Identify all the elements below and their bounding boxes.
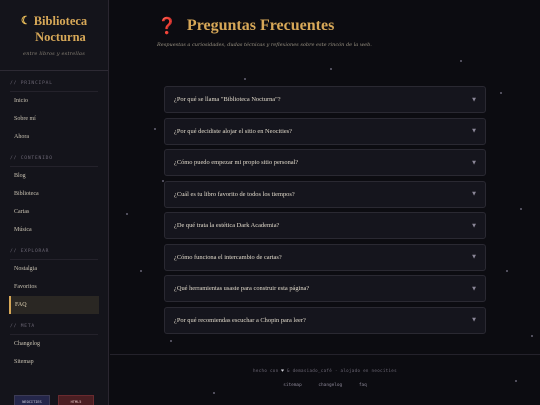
sidebar-item-favoritos[interactable]: Favoritos — [9, 278, 99, 296]
chevron-down-icon: ▼ — [472, 128, 476, 134]
faq-question: ¿Por qué recomiendas escuchar a Chopin p… — [174, 316, 306, 324]
chevron-down-icon: ▼ — [472, 285, 476, 292]
footer-credits-prefix: hecho con — [253, 368, 279, 373]
faq-item[interactable]: ¿Por qué se llama "Biblioteca Nocturna"?… — [164, 86, 486, 113]
chevron-down-icon: ▼ — [472, 254, 476, 260]
section-label-meta: // META — [10, 324, 98, 335]
faq-question: ¿Por qué decidiste alojar el sitio en Ne… — [174, 127, 293, 135]
sidebar-item-sobre-mi[interactable]: Sobre mí — [9, 110, 99, 128]
faq-item[interactable]: ¿Cómo funciona el intercambio de cartas?… — [164, 243, 486, 271]
crescent-moon-icon: ☾ — [20, 15, 31, 27]
footer-links: sitemap changelog faq — [110, 383, 540, 388]
faq-question: ¿Por qué se llama "Biblioteca Nocturna"? — [174, 96, 281, 103]
question-mark-icon: ❓ — [157, 18, 177, 35]
faq-item[interactable]: ¿Por qué decidiste alojar el sitio en Ne… — [164, 117, 486, 145]
section-label-explorar: // EXPLORAR — [10, 249, 98, 260]
neocities-badge[interactable]: NEOCITIES — [14, 395, 50, 405]
sidebar-item-ahora[interactable]: Ahora — [9, 128, 99, 146]
faq-question: ¿De qué trata la estética Dark Academia? — [174, 222, 280, 229]
footer-link-sitemap[interactable]: sitemap — [283, 383, 302, 388]
faq-item[interactable]: ¿Por qué recomiendas escuchar a Chopin p… — [164, 306, 486, 334]
sidebar-item-musica[interactable]: Música — [9, 221, 99, 239]
chevron-down-icon: ▼ — [472, 96, 476, 103]
sidebar-item-faq[interactable]: FAQ — [9, 296, 99, 314]
sidebar-item-sitemap[interactable]: Sitemap — [9, 353, 99, 371]
badge-row: NEOCITIES HTML5 — [14, 395, 94, 405]
faq-item[interactable]: ¿Cómo puedo empezar mi propio sitio pers… — [164, 149, 486, 176]
main-content: ❓ Preguntas Frecuentes Respuestas a curi… — [110, 0, 540, 405]
sidebar-item-biblioteca[interactable]: Biblioteca — [9, 185, 99, 203]
footer-link-faq[interactable]: faq — [359, 383, 367, 388]
chevron-down-icon: ▼ — [472, 159, 476, 166]
faq-question: ¿Qué herramientas usaste para construir … — [174, 285, 310, 292]
page-title-text: Preguntas Frecuentes — [186, 17, 335, 34]
faq-item[interactable]: ¿De qué trata la estética Dark Academia?… — [164, 212, 486, 239]
footer-link-changelog[interactable]: changelog — [318, 383, 342, 388]
chevron-down-icon: ▼ — [472, 317, 476, 323]
footer-credits-suffix: & demasiado_café · alojado en neocities — [286, 368, 397, 373]
faq-list: ¿Por qué se llama "Biblioteca Nocturna"?… — [164, 86, 486, 338]
footer-credits: hecho con ♥ & demasiado_café · alojado e… — [110, 368, 540, 373]
html5-badge[interactable]: HTML5 — [58, 395, 94, 405]
faq-question: ¿Cuál es tu libro favorito de todos los … — [174, 190, 295, 198]
divider — [0, 70, 108, 71]
sidebar: ☾ Biblioteca Nocturna entre libros y est… — [0, 0, 109, 405]
page-title: ❓ Preguntas Frecuentes — [157, 16, 334, 36]
sidebar-item-changelog[interactable]: Changelog — [9, 335, 99, 353]
site-title-line2: Nocturna — [35, 30, 86, 44]
heart-icon: ♥ — [281, 368, 285, 373]
page-subtitle: Respuestas a curiosidades, dudas técnica… — [157, 42, 372, 48]
sidebar-item-cartas[interactable]: Cartas — [9, 203, 99, 221]
sidebar-item-nostalgia[interactable]: Nostalgia — [9, 260, 99, 278]
faq-item[interactable]: ¿Cuál es tu libro favorito de todos los … — [164, 180, 486, 208]
brand[interactable]: ☾ Biblioteca Nocturna entre libros y est… — [0, 0, 108, 57]
sidebar-item-inicio[interactable]: Inicio — [9, 92, 99, 110]
site-title-line1: Biblioteca — [33, 14, 88, 28]
site-tagline: entre libros y estrellas — [23, 51, 85, 57]
chevron-down-icon: ▼ — [472, 191, 476, 197]
sidebar-item-blog[interactable]: Blog — [9, 167, 99, 185]
faq-question: ¿Cómo funciona el intercambio de cartas? — [174, 253, 282, 261]
site-title[interactable]: ☾ Biblioteca Nocturna — [8, 13, 100, 45]
section-label-principal: // PRINCIPAL — [10, 81, 98, 92]
faq-question: ¿Cómo puedo empezar mi propio sitio pers… — [174, 159, 299, 166]
sidebar-nav: // PRINCIPAL Inicio Sobre mí Ahora // CO… — [0, 81, 108, 371]
chevron-down-icon: ▼ — [472, 222, 476, 229]
footer-divider — [110, 354, 540, 355]
faq-item[interactable]: ¿Qué herramientas usaste para construir … — [164, 275, 486, 302]
section-label-contenido: // CONTENIDO — [10, 156, 98, 167]
